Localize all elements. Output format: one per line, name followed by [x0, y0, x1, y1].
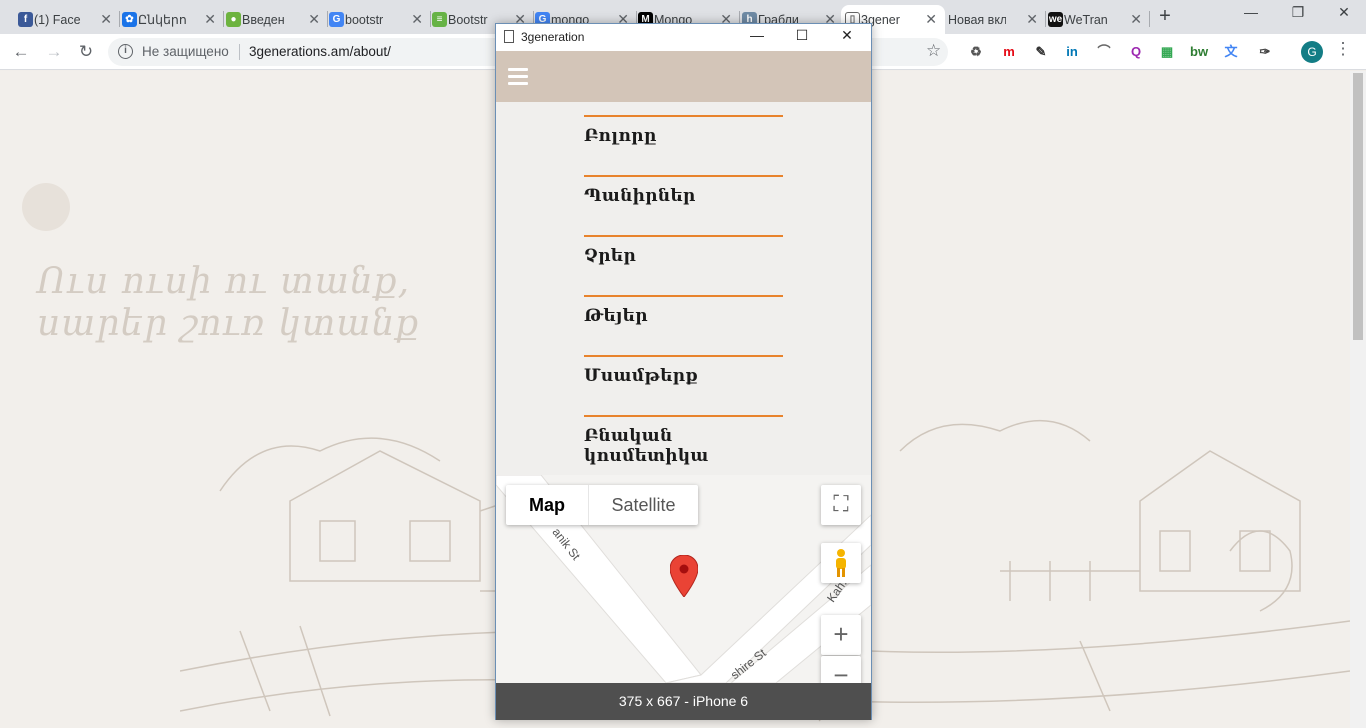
browser-tab[interactable]: ✿ Ընկերո ✕ — [118, 5, 224, 34]
zoom-out-button[interactable]: − — [821, 656, 861, 683]
tab-title: Введен — [242, 12, 285, 27]
profile-avatar[interactable]: G — [1301, 41, 1323, 63]
tab-title: (1) Face — [34, 12, 81, 27]
back-button[interactable]: ← — [10, 41, 32, 63]
close-tab-icon[interactable]: ✕ — [1026, 11, 1038, 28]
pipette-icon[interactable]: ✑ — [1256, 43, 1274, 61]
scrollbar-thumb[interactable] — [1353, 73, 1363, 340]
bw-icon[interactable]: bw — [1190, 43, 1208, 61]
close-tab-icon[interactable]: ✕ — [1130, 11, 1142, 28]
bookmark-star-icon[interactable]: ☆ — [926, 41, 941, 61]
bootsnipp-icon: ≡ — [432, 12, 447, 27]
device-emulator-window: 3generation — ☐ ✕ Բոլորը Պանիրներ Չրեր Թեյե… — [495, 23, 872, 720]
close-tab-icon[interactable]: ✕ — [925, 11, 937, 28]
device-size-label: 375 x 667 - iPhone 6 — [496, 683, 871, 720]
page-scrollbar[interactable] — [1350, 71, 1366, 728]
leaf-icon: ● — [226, 12, 241, 27]
tab-title: WeTran — [1064, 12, 1108, 27]
emulator-title: 3generation — [521, 30, 585, 44]
pegman-icon[interactable] — [821, 543, 861, 583]
category-label: Մսամթերք — [584, 366, 699, 386]
google-map[interactable]: anik St Kah... St shire St Map Satellite… — [496, 475, 871, 683]
category-item[interactable]: Մսամթերք — [584, 355, 783, 415]
close-tab-icon[interactable]: ✕ — [308, 11, 320, 28]
category-item[interactable]: Բոլորը — [584, 115, 783, 175]
browser-tab[interactable]: Новая вкла ✕ — [940, 5, 1046, 34]
tab-title: Новая вкла — [948, 12, 1006, 27]
browser-tab[interactable]: Gbootstr ✕ — [325, 5, 431, 34]
category-item[interactable]: Չրեր — [584, 235, 783, 295]
map-marker-icon[interactable] — [670, 555, 698, 597]
reload-button[interactable]: ↻ — [75, 41, 97, 63]
slogan-line-1: Ուս ուսի ու տանք, — [37, 261, 411, 302]
category-item[interactable]: Թեյեր — [584, 295, 783, 355]
eyedropper-icon[interactable]: ✎ — [1032, 43, 1050, 61]
map-type-map-button[interactable]: Map — [506, 485, 588, 525]
close-tab-icon[interactable]: ✕ — [204, 11, 216, 28]
wetransfer-icon: we — [1048, 12, 1063, 27]
map-type-control: Map Satellite — [506, 485, 698, 525]
forward-button[interactable]: → — [43, 41, 65, 63]
document-icon — [504, 30, 514, 43]
emulator-maximize-button[interactable]: ☐ — [791, 27, 813, 44]
map-type-satellite-button[interactable]: Satellite — [588, 485, 698, 525]
google-icon: G — [329, 12, 344, 27]
browser-menu-icon[interactable]: ⋮ — [1333, 39, 1353, 59]
address-divider — [239, 44, 240, 60]
map-fullscreen-button[interactable]: ⛶ — [821, 485, 861, 525]
facebook-icon: f — [18, 12, 33, 27]
grid-icon[interactable]: ▦ — [1158, 43, 1176, 61]
search-ext-icon[interactable]: Q — [1127, 43, 1145, 61]
slogan-line-2: սարեր շուռ կտանք — [37, 303, 420, 344]
close-tab-icon[interactable]: ✕ — [411, 11, 423, 28]
mountain-icon[interactable]: ⌒ — [1095, 43, 1113, 61]
tab-title: bootstr — [345, 12, 384, 27]
browser-tab[interactable]: we WeTran ✕ — [1044, 5, 1150, 34]
emulator-close-button[interactable]: ✕ — [836, 27, 858, 44]
emulator-title-bar: 3generation — ☐ ✕ — [496, 24, 871, 51]
security-label: Не защищено — [142, 44, 229, 59]
site-header — [496, 51, 871, 102]
zoom-in-button[interactable]: + — [821, 615, 861, 655]
url-text[interactable]: 3generations.am/about/ — [249, 44, 391, 59]
category-label: Թեյեր — [584, 306, 648, 326]
gear-icon: ✿ — [122, 12, 137, 27]
translate-icon[interactable]: 文 — [1222, 43, 1240, 61]
close-tab-icon[interactable]: ✕ — [100, 11, 112, 28]
category-list: Բոլորը Պանիրներ Չրեր Թեյեր Մսամթերք Բնական կո… — [584, 115, 783, 475]
emulator-minimize-button[interactable]: — — [746, 27, 768, 43]
tab-title: Ընկերո — [138, 13, 187, 27]
info-icon[interactable]: i — [118, 44, 133, 59]
category-item[interactable]: Պանիրներ — [584, 175, 783, 235]
category-label: Չրեր — [584, 246, 637, 266]
new-tab-button[interactable]: + — [1154, 5, 1176, 28]
category-label: Բնական կոսմետիկա — [584, 426, 709, 466]
recycle-icon[interactable]: ♻ — [967, 43, 985, 61]
m-icon[interactable]: m — [1000, 43, 1018, 61]
category-item[interactable]: Բնական կոսմետիկա — [584, 415, 783, 475]
phone-viewport: Բոլորը Պանիրներ Չրեր Թեյեր Մսամթերք Բնական կո… — [496, 51, 871, 683]
category-label: Պանիրներ — [584, 186, 696, 206]
browser-tab[interactable]: ● Введен ✕ — [222, 5, 328, 34]
minimize-window-button[interactable]: — — [1236, 4, 1266, 20]
restore-window-button[interactable]: ❐ — [1283, 4, 1313, 21]
linkedin-icon[interactable]: in — [1063, 43, 1081, 61]
browser-tab[interactable]: f (1) Face ✕ — [14, 5, 120, 34]
close-window-button[interactable]: ✕ — [1329, 4, 1359, 21]
site-logo — [22, 183, 70, 231]
hamburger-menu-icon[interactable] — [508, 68, 528, 85]
category-label: Բոլորը — [584, 126, 657, 146]
slogan: Ուս ուսի ու տանք, սարեր շուռ կտանք — [37, 261, 419, 345]
